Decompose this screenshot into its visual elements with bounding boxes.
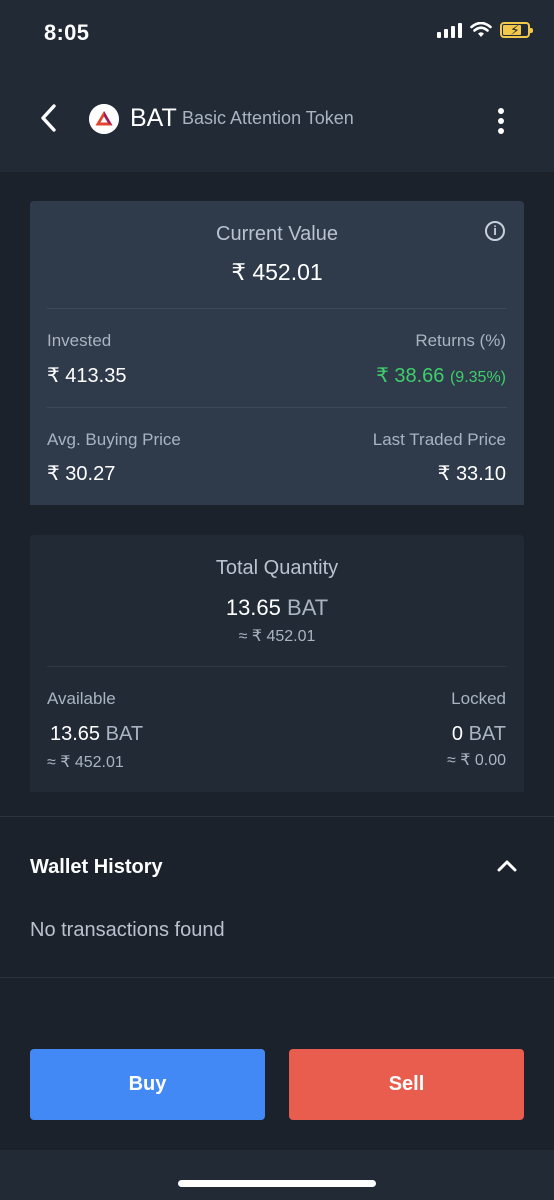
- locked-amount: 0: [451, 723, 464, 745]
- divider: [47, 666, 507, 667]
- returns-label: Returns (%): [415, 331, 506, 350]
- sell-button[interactable]: Sell: [289, 1049, 524, 1120]
- available-approx: ≈ ₹ 452.01: [47, 754, 124, 771]
- coin-name: Basic Attention Token: [182, 108, 354, 128]
- current-value-amount: ₹ 452.01: [231, 259, 323, 285]
- status-icons: ⚡: [437, 22, 533, 38]
- divider: [0, 977, 554, 978]
- available-amount: 13.65: [50, 723, 101, 745]
- total-quantity-card: Total Quantity 13.65 BAT ≈ ₹ 452.01 Avai…: [30, 535, 524, 792]
- available-unit: BAT: [105, 723, 144, 745]
- status-time: 8:05: [44, 20, 90, 45]
- wallet-history-title[interactable]: Wallet History: [30, 856, 163, 879]
- back-chevron-icon[interactable]: [34, 100, 64, 136]
- coin-symbol: BAT: [130, 104, 177, 132]
- screen: 8:05 ⚡ BAT Basic Attention Token i Curre…: [0, 0, 554, 1200]
- total-quantity-unit: BAT: [287, 595, 329, 620]
- returns-value: ₹ 38.66 (9.35%): [376, 363, 506, 388]
- last-traded-price-value: ₹ 33.10: [437, 463, 506, 485]
- total-quantity-amount: 13.65: [225, 595, 281, 620]
- bottom-bar: [0, 1150, 554, 1200]
- battery-charging-icon: ⚡: [500, 22, 533, 38]
- more-options-icon[interactable]: [494, 108, 508, 134]
- home-indicator[interactable]: [178, 1180, 376, 1187]
- chevron-up-icon[interactable]: [496, 858, 518, 874]
- avg-buying-price-label: Avg. Buying Price: [47, 430, 181, 449]
- current-value-label: Current Value: [216, 223, 338, 245]
- current-value-card: i Current Value ₹ 452.01 Invested ₹ 413.…: [30, 201, 524, 505]
- divider: [47, 308, 507, 309]
- total-quantity-value: 13.65 BAT: [30, 595, 524, 621]
- divider: [47, 407, 507, 408]
- wifi-icon: [470, 22, 492, 37]
- invested-label: Invested: [47, 331, 112, 350]
- last-traded-price-label: Last Traded Price: [372, 430, 506, 449]
- returns-amount: ₹ 38.66: [376, 365, 445, 387]
- bat-logo-icon: [89, 104, 119, 134]
- locked-quantity: 0 BAT: [452, 723, 506, 746]
- empty-transactions-message: No transactions found: [30, 919, 225, 941]
- total-quantity-approx: ≈ ₹ 452.01: [238, 628, 316, 645]
- locked-unit: BAT: [468, 723, 506, 745]
- buy-button[interactable]: Buy: [30, 1049, 265, 1120]
- divider: [0, 816, 554, 817]
- returns-percent: (9.35%): [449, 369, 506, 386]
- cellular-signal-icon: [437, 22, 462, 38]
- available-label: Available: [47, 689, 116, 708]
- locked-approx: ≈ ₹ 0.00: [447, 752, 506, 769]
- total-quantity-label: Total Quantity: [215, 557, 339, 579]
- app-header: 8:05 ⚡ BAT Basic Attention Token: [0, 0, 554, 172]
- available-quantity: 13.65 BAT: [50, 723, 143, 746]
- locked-label: Locked: [451, 689, 506, 708]
- avg-buying-price-value: ₹ 30.27: [47, 463, 116, 485]
- invested-value: ₹ 413.35: [47, 365, 127, 387]
